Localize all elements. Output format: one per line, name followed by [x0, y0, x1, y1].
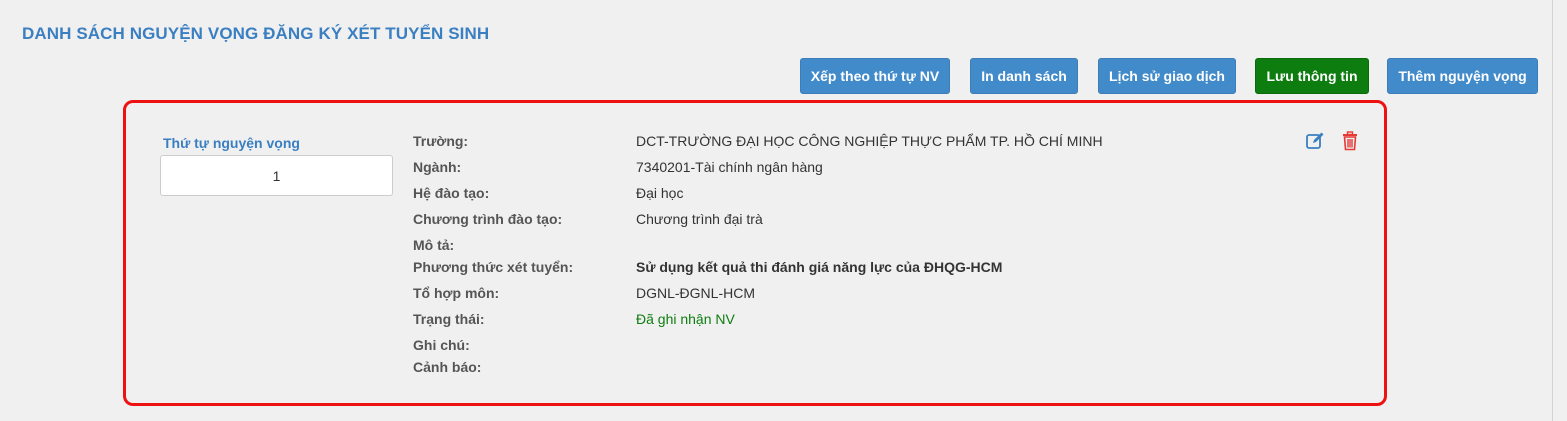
wish-order-input[interactable]: 1: [160, 155, 393, 196]
save-info-button[interactable]: Lưu thông tin: [1255, 58, 1369, 94]
field-label: Hệ đào tạo:: [413, 185, 490, 201]
field-major: Ngành: 7340201-Tài chính ngân hàng: [413, 159, 1313, 177]
field-value: Đại học: [636, 185, 684, 201]
field-label: Trạng thái:: [413, 311, 485, 327]
page-title: DANH SÁCH NGUYỆN VỌNG ĐĂNG KÝ XÉT TUYỂN …: [22, 24, 490, 43]
toolbar: Xếp theo thứ tự NV In danh sách Lịch sử …: [0, 58, 1552, 94]
status-value: Đã ghi nhận NV: [636, 311, 735, 327]
field-value: 7340201-Tài chính ngân hàng: [636, 159, 823, 175]
field-subject-combination: Tổ hợp môn: DGNL-ĐGNL-HCM: [413, 285, 1313, 303]
field-training-level: Hệ đào tạo: Đại học: [413, 185, 1313, 203]
wish-order-label: Thứ tự nguyện vọng: [163, 135, 300, 151]
field-label: Trường:: [413, 133, 469, 149]
print-list-button[interactable]: In danh sách: [970, 58, 1078, 94]
trash-icon[interactable]: [1340, 131, 1360, 151]
field-value: Chương trình đại trà: [636, 211, 763, 227]
edit-icon[interactable]: [1305, 131, 1325, 151]
field-note: Ghi chú:: [413, 337, 1313, 355]
add-wish-button[interactable]: Thêm nguyện vọng: [1387, 58, 1538, 94]
field-label: Cảnh báo:: [413, 359, 482, 375]
field-admission-method: Phương thức xét tuyển: Sử dụng kết quả t…: [413, 259, 1313, 277]
field-warning: Cảnh báo:: [413, 359, 1313, 377]
page-right-border: [1552, 0, 1553, 421]
field-label: Ghi chú:: [413, 337, 470, 353]
wish-card: Thứ tự nguyện vọng 1 Trường: DCT-TRƯỜNG …: [123, 100, 1387, 406]
field-status: Trạng thái: Đã ghi nhận NV: [413, 311, 1313, 329]
transaction-history-button[interactable]: Lịch sử giao dịch: [1098, 58, 1236, 94]
field-label: Tổ hợp môn:: [413, 285, 500, 301]
sort-by-order-button[interactable]: Xếp theo thứ tự NV: [800, 58, 950, 94]
field-label: Mô tả:: [413, 237, 455, 253]
field-value: Sử dụng kết quả thi đánh giá năng lực củ…: [636, 259, 1003, 275]
field-program: Chương trình đào tạo: Chương trình đại t…: [413, 211, 1313, 229]
field-label: Chương trình đào tạo:: [413, 211, 563, 227]
field-value: DCT-TRƯỜNG ĐẠI HỌC CÔNG NGHIỆP THỰC PHẨM…: [636, 133, 1103, 149]
field-label: Phương thức xét tuyển:: [413, 259, 574, 275]
field-school: Trường: DCT-TRƯỜNG ĐẠI HỌC CÔNG NGHIỆP T…: [413, 133, 1313, 151]
field-value: DGNL-ĐGNL-HCM: [636, 285, 755, 301]
field-description: Mô tả:: [413, 237, 1313, 255]
field-label: Ngành:: [413, 159, 462, 175]
